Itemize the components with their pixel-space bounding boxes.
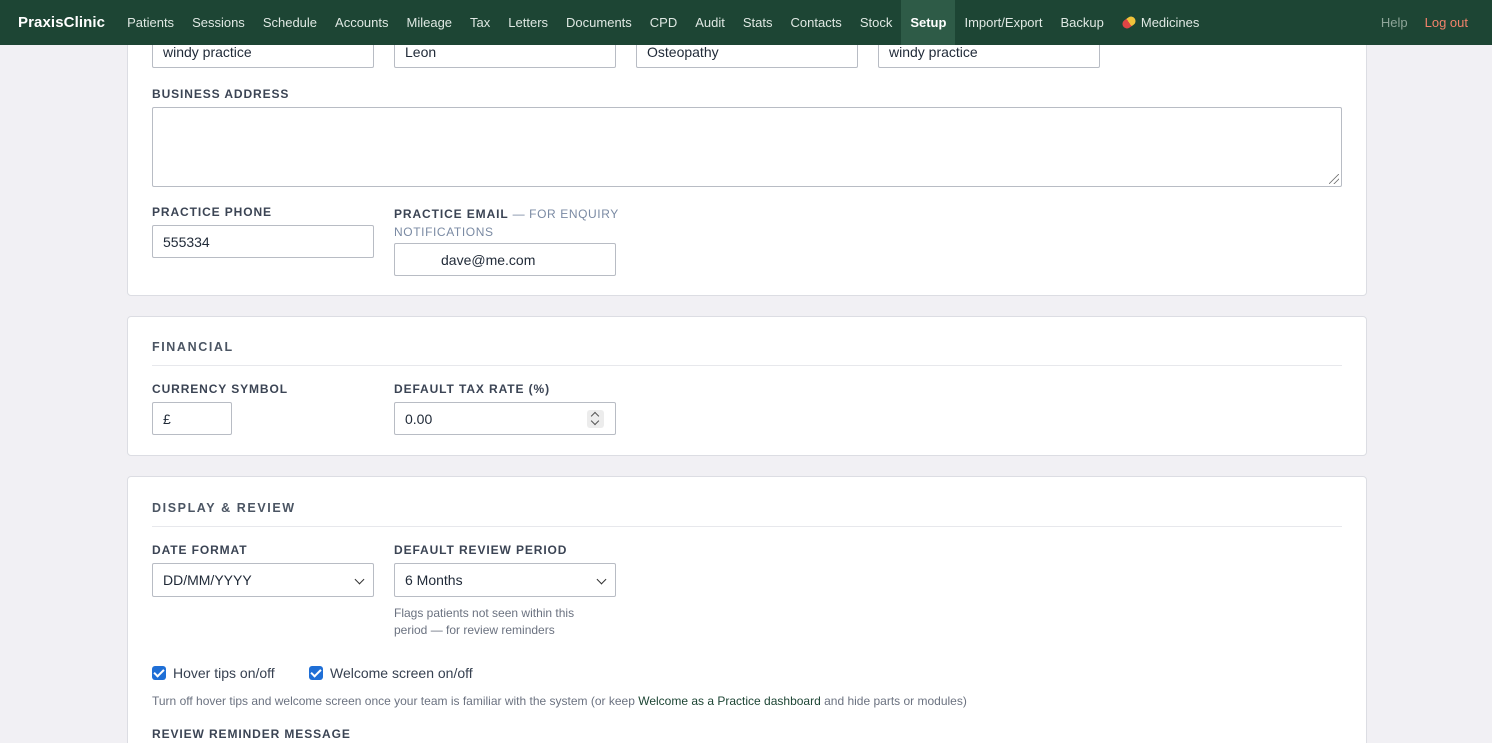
nav-import-export[interactable]: Import/Export [955,0,1051,45]
display-review-section-title: Display & Review [152,501,296,515]
nav-patients[interactable]: Patients [118,0,183,45]
help-link[interactable]: Help [1381,15,1408,30]
business-address-label: Business Address [152,87,290,101]
nav-documents[interactable]: Documents [557,0,641,45]
nav-right: Help Log out [1381,15,1468,30]
financial-card: Financial Currency Symbol £ Default Tax … [127,316,1367,456]
nav-medicines-label: Medicines [1140,15,1200,30]
practice-email-input[interactable]: dave@me.com [394,243,616,276]
welcome-dashboard-link[interactable]: Welcome as a Practice dashboard [638,694,821,708]
display-note-after: and hide parts or modules) [820,694,967,708]
welcome-screen-label[interactable]: Welcome screen on/off [330,665,473,681]
nav-stock[interactable]: Stock [851,0,902,45]
financial-section-title: Financial [152,340,234,354]
currency-symbol-label: Currency Symbol [152,382,288,396]
main-nav: Patients Sessions Schedule Accounts Mile… [118,0,1208,45]
practice-details-card: windy practice Leon Osteopathy windy pra… [127,8,1367,296]
hover-tips-checkbox[interactable] [152,666,166,680]
brand-logo[interactable]: PraxisClinic [18,14,105,31]
nav-sessions[interactable]: Sessions [183,0,254,45]
default-review-period-value: 6 Months [405,572,463,588]
nav-tax[interactable]: Tax [461,0,499,45]
business-address-textarea[interactable] [152,107,1342,187]
currency-symbol-input[interactable]: £ [152,402,232,435]
resize-grip-icon[interactable] [1329,174,1339,184]
chevron-down-icon [354,574,365,585]
review-reminder-message-label: Review Reminder Message [152,727,351,741]
pill-icon [1120,14,1138,31]
default-tax-rate-label: Default Tax Rate (%) [394,382,550,396]
nav-contacts[interactable]: Contacts [782,0,851,45]
practice-email-label: Practice Email — for enquiry notificatio… [394,205,624,241]
nav-audit[interactable]: Audit [686,0,734,45]
review-period-help: Flags patients not seen within this peri… [394,606,575,637]
default-tax-rate-value: 0.00 [405,410,433,427]
default-review-period-select[interactable]: 6 Months [394,563,616,597]
nav-schedule[interactable]: Schedule [254,0,326,45]
number-spinner-icon[interactable] [587,410,604,428]
display-review-card: Display & Review Date Format DD/MM/YYYY … [127,476,1367,743]
chevron-down-icon [596,574,607,585]
display-note: Turn off hover tips and welcome screen o… [152,693,1152,710]
display-review-divider [152,526,1342,527]
practice-phone-input[interactable]: 555334 [152,225,374,258]
nav-setup[interactable]: Setup [901,0,956,45]
nav-letters[interactable]: Letters [499,0,557,45]
nav-mileage[interactable]: Mileage [398,0,462,45]
nav-cpd[interactable]: CPD [641,0,686,45]
financial-divider [152,365,1342,366]
display-note-before: Turn off hover tips and welcome screen o… [152,694,639,708]
nav-stats[interactable]: Stats [734,0,782,45]
welcome-screen-checkbox[interactable] [309,666,323,680]
nav-backup[interactable]: Backup [1051,0,1112,45]
hover-tips-label[interactable]: Hover tips on/off [173,665,275,681]
default-review-period-label: Default Review Period [394,543,568,557]
practice-email-label-text: Practice Email [394,207,509,221]
nav-accounts[interactable]: Accounts [326,0,397,45]
date-format-label: Date Format [152,543,248,557]
practice-phone-label: Practice Phone [152,205,272,219]
nav-medicines[interactable]: Medicines [1113,0,1209,45]
date-format-value: DD/MM/YYYY [163,572,252,588]
top-nav-bar: PraxisClinic Patients Sessions Schedule … [0,0,1492,45]
default-tax-rate-input[interactable]: 0.00 [394,402,616,435]
date-format-select[interactable]: DD/MM/YYYY [152,563,374,597]
logout-link[interactable]: Log out [1425,15,1468,30]
